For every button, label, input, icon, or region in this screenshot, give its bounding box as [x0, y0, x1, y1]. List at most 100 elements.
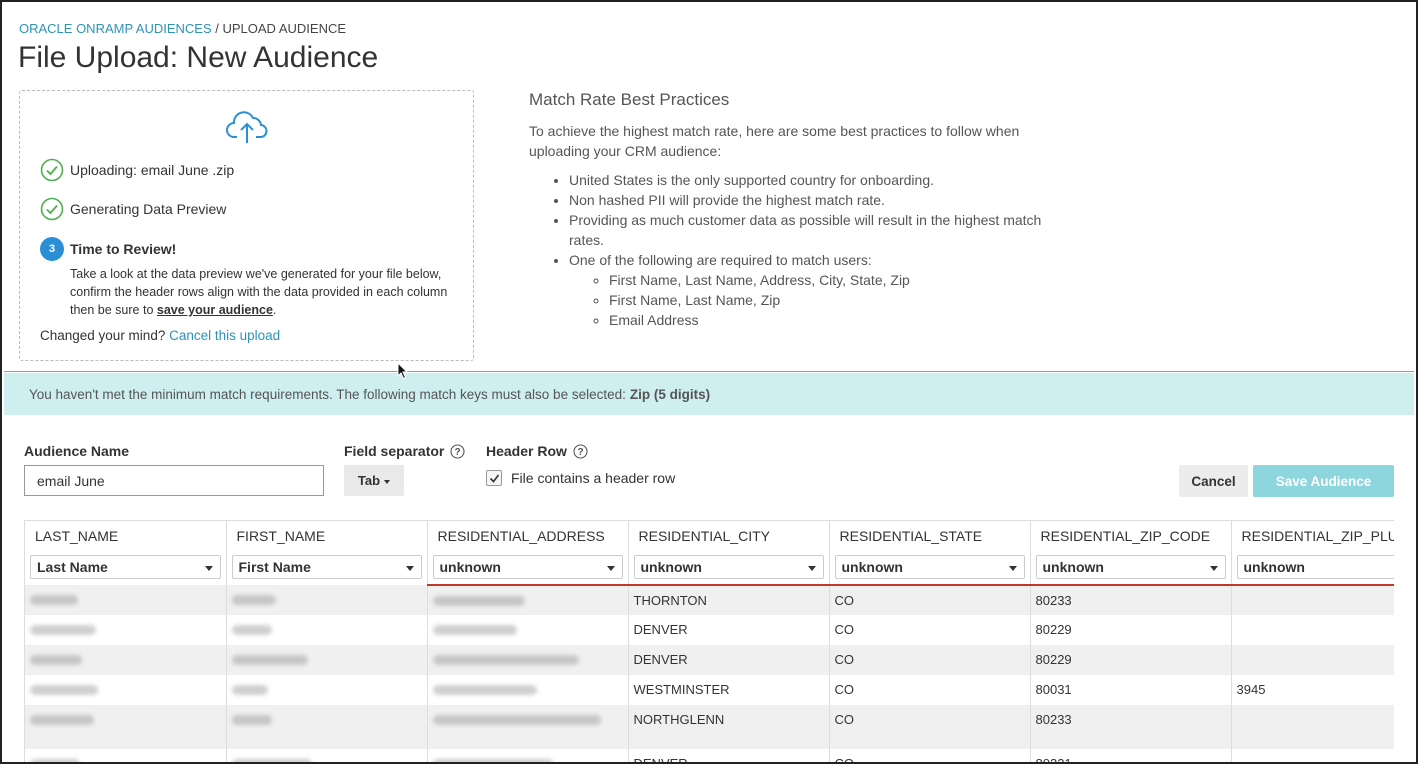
column-name: RESIDENTIAL_ZIP_PLUS	[1241, 528, 1395, 544]
table-cell: WESTMINSTER	[628, 675, 830, 705]
column-mapping-select[interactable]: unknown	[1236, 555, 1394, 579]
table-cell: 3945	[1231, 675, 1394, 705]
save-audience-link[interactable]: save your audience	[157, 303, 273, 317]
list-item: Email Address	[609, 310, 1069, 330]
audience-name-input[interactable]	[24, 465, 324, 496]
field-separator-value: Tab	[357, 473, 381, 488]
redacted-value	[30, 685, 98, 695]
cloud-upload-icon	[226, 111, 268, 143]
table-cell: CO	[829, 705, 1031, 749]
table-cell	[427, 645, 629, 675]
step-review: 3 Time to Review!	[40, 237, 176, 261]
column-header-residential-state: RESIDENTIAL_STATEunknown	[829, 521, 1031, 586]
redacted-value	[231, 715, 272, 725]
redacted-value	[432, 685, 537, 695]
table-cell	[427, 749, 629, 764]
column-name: FIRST_NAME	[236, 528, 326, 544]
svg-text:?: ?	[455, 447, 461, 458]
upload-status-panel: Uploading: email June .zip Generating Da…	[19, 90, 474, 361]
save-audience-button[interactable]: Save Audience	[1253, 465, 1394, 497]
column-mapping-select[interactable]: unknown	[432, 555, 623, 579]
best-practices-intro: To achieve the highest match rate, here …	[529, 123, 1020, 159]
field-separator-label: Field separator ?	[344, 443, 465, 459]
match-options-list: First Name, Last Name, Address, City, St…	[569, 270, 1069, 330]
best-practices-panel: Match Rate Best Practices To achieve the…	[529, 90, 1069, 330]
changed-mind-text: Changed your mind? Cancel this upload	[40, 328, 280, 343]
redacted-value	[231, 685, 268, 695]
redacted-value	[432, 625, 517, 635]
help-icon[interactable]: ?	[450, 443, 465, 459]
table-cell	[427, 705, 629, 749]
table-cell	[1231, 705, 1394, 749]
cancel-button[interactable]: Cancel	[1179, 465, 1248, 497]
mouse-cursor-icon	[397, 362, 409, 380]
column-mapping-value: Last Name	[37, 559, 108, 575]
column-mapping-select[interactable]: unknown	[834, 555, 1025, 579]
review-text-end: .	[272, 303, 277, 317]
table-row: WESTMINSTER CO 80031 3945	[25, 675, 1394, 705]
best-practices-list: United States is the only supported coun…	[529, 170, 1069, 330]
column-name: RESIDENTIAL_ADDRESS	[437, 528, 605, 544]
column-mapping-select[interactable]: unknown	[1035, 555, 1226, 579]
help-icon[interactable]: ?	[573, 443, 588, 459]
table-cell: THORNTON	[628, 585, 830, 615]
table-cell: NORTHGLENN	[628, 705, 830, 749]
table-cell	[226, 645, 428, 675]
table-header-row: LAST_NAME Last Name FIRST_NAME First Name …	[25, 521, 1395, 586]
header-row-checkbox[interactable]	[486, 470, 502, 486]
table-cell: DENVER	[628, 615, 830, 645]
step-uploading-label: Uploading: email June .zip	[70, 162, 235, 178]
redacted-value	[231, 625, 272, 635]
table-row: DENVER CO 80229	[25, 645, 1394, 675]
table-cell	[226, 675, 428, 705]
column-name: RESIDENTIAL_STATE	[839, 528, 983, 544]
list-item: One of the following are required to mat…	[569, 250, 1069, 330]
breadcrumb-current: UPLOAD AUDIENCE	[222, 21, 347, 36]
column-name: RESIDENTIAL_CITY	[638, 528, 770, 544]
column-name: LAST_NAME	[35, 528, 119, 544]
column-mapping-value: First Name	[238, 559, 311, 575]
list-item: United States is the only supported coun…	[569, 170, 1069, 190]
column-name: RESIDENTIAL_ZIP_CODE	[1040, 528, 1211, 544]
redacted-value	[432, 759, 553, 764]
review-description: Take a look at the data preview we've ge…	[70, 265, 460, 319]
check-circle-icon	[40, 197, 64, 221]
caret-down-icon	[384, 479, 391, 484]
field-separator-dropdown[interactable]: Tab	[344, 465, 404, 496]
table-cell	[1231, 585, 1394, 615]
list-item: First Name, Last Name, Address, City, St…	[609, 270, 1069, 290]
step-number-badge: 3	[40, 237, 64, 261]
caret-down-icon	[807, 566, 816, 571]
column-mapping-select[interactable]: Last Name	[30, 555, 221, 579]
changed-mind-label: Changed your mind?	[40, 328, 170, 343]
redacted-value	[432, 655, 579, 665]
header-row-label: Header Row ?	[486, 443, 588, 459]
table-cell: 80229	[1030, 615, 1232, 645]
redacted-value	[30, 655, 82, 665]
table-cell	[226, 615, 428, 645]
table-cell	[1231, 615, 1394, 645]
checkmark-icon	[489, 474, 499, 483]
table-cell: DENVER	[628, 749, 830, 764]
header-row-checkbox-label: File contains a header row	[511, 470, 676, 486]
audience-name-label-text: Audience Name	[24, 443, 130, 459]
breadcrumb: ORACLE ONRAMP AUDIENCES / UPLOAD AUDIENC…	[19, 21, 346, 36]
audience-name-label: Audience Name	[24, 443, 129, 459]
table-cell	[25, 675, 227, 705]
column-mapping-select[interactable]: First Name	[231, 555, 422, 579]
table-row: DENVER CO 80221	[25, 749, 1394, 764]
caret-down-icon	[204, 566, 213, 571]
cancel-upload-link[interactable]: Cancel this upload	[169, 328, 280, 343]
table-cell: 80233	[1030, 585, 1232, 615]
caret-down-icon	[405, 566, 414, 571]
match-requirements-alert: You haven't met the minimum match requir…	[4, 373, 1414, 415]
breadcrumb-parent-link[interactable]: ORACLE ONRAMP AUDIENCES	[19, 21, 212, 36]
section-divider	[4, 371, 1414, 372]
column-header-residential-city: RESIDENTIAL_CITYunknown	[628, 521, 830, 586]
redacted-value	[30, 595, 78, 605]
column-mapping-select[interactable]: unknown	[633, 555, 824, 579]
data-preview-table: LAST_NAME Last Name FIRST_NAME First Name …	[24, 520, 1394, 764]
redacted-value	[432, 715, 601, 725]
table-row: DENVER CO 80229	[25, 615, 1394, 645]
header-row-label-text: Header Row	[486, 443, 567, 459]
